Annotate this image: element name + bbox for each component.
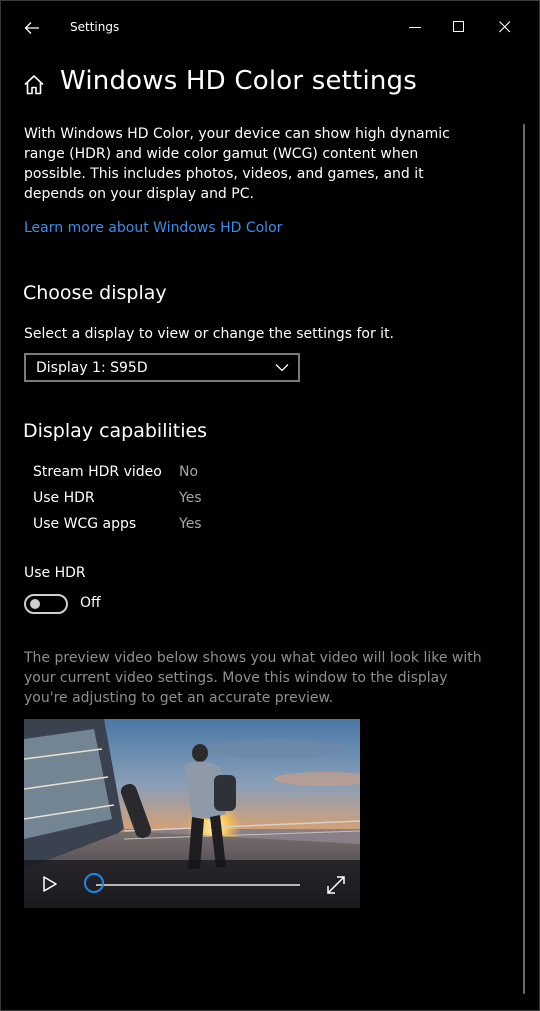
arrow-left-icon xyxy=(24,22,39,34)
maximize-button[interactable] xyxy=(442,12,476,42)
back-button[interactable] xyxy=(14,14,50,42)
display-dropdown[interactable]: Display 1: S95D xyxy=(24,353,300,382)
capability-label: Use HDR xyxy=(33,490,95,506)
preview-video[interactable] xyxy=(24,719,360,908)
capability-label: Stream HDR video xyxy=(33,464,162,480)
fullscreen-icon[interactable] xyxy=(324,873,348,897)
display-select-label: Select a display to view or change the s… xyxy=(24,326,395,342)
video-controls xyxy=(24,860,360,908)
capability-label: Use WCG apps xyxy=(33,516,137,532)
play-icon[interactable] xyxy=(38,873,60,895)
capability-value: No xyxy=(179,464,199,480)
learn-more-link[interactable]: Learn more about Windows HD Color xyxy=(24,220,282,236)
minimize-icon xyxy=(409,27,421,28)
toggle-state-text: Off xyxy=(80,595,101,611)
display-capabilities-heading: Display capabilities xyxy=(23,420,208,442)
video-seek-bar[interactable] xyxy=(96,884,300,886)
maximize-icon xyxy=(453,21,464,32)
home-icon[interactable] xyxy=(22,73,46,97)
title-bar: Settings xyxy=(0,0,540,56)
use-hdr-toggle[interactable] xyxy=(24,594,68,614)
use-hdr-label: Use HDR xyxy=(24,565,86,581)
capability-value: Yes xyxy=(179,516,202,532)
page-title: Windows HD Color settings xyxy=(60,66,417,96)
toggle-knob xyxy=(30,599,40,609)
minimize-button[interactable] xyxy=(398,12,432,42)
preview-note: The preview video below shows you what v… xyxy=(24,650,482,706)
chevron-down-icon xyxy=(275,364,289,372)
close-icon xyxy=(499,21,511,33)
display-dropdown-value: Display 1: S95D xyxy=(36,360,148,376)
choose-display-heading: Choose display xyxy=(23,282,167,304)
scrollbar[interactable] xyxy=(523,124,525,994)
video-seek-thumb[interactable] xyxy=(84,873,104,893)
intro-description: With Windows HD Color, your device can s… xyxy=(24,126,450,202)
window-title: Settings xyxy=(70,20,120,34)
close-button[interactable] xyxy=(488,12,522,42)
capability-value: Yes xyxy=(179,490,202,506)
